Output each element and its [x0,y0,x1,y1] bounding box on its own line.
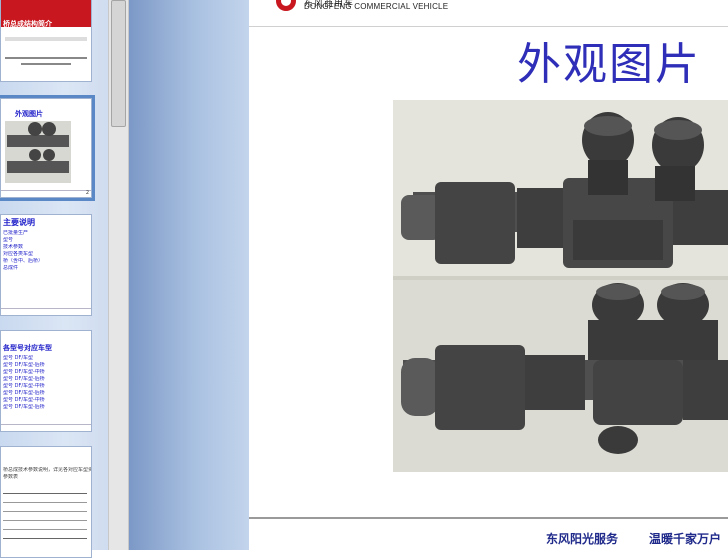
footer-slogan-left: 东风阳光服务 [546,532,619,546]
footer-rule [249,517,728,519]
slide-thumbnail-1[interactable]: 桥总成结构简介 [0,0,92,82]
thumbnail-line: 型号 DF/车型-后桥 [3,362,45,368]
dongfeng-logo-icon [276,0,296,11]
thumbnail-number: 2 [85,190,89,196]
thumbnail-line: 型号 [3,237,14,243]
thumbnail-title: 桥总成结构简介 [3,20,52,28]
thumbnail-title: 主要说明 [3,218,35,227]
thumbnail-line: 参数表 [3,474,19,480]
thumbnail-line: 对应各类车型 [3,251,34,257]
thumbnail-line: 型号 DF/车型-后桥 [3,376,45,382]
thumbnail-line: 型号 DF/车型-后桥 [3,390,45,396]
thumbnail-line: 桥（含中、后桥） [3,258,44,264]
thumbnail-axle-image [5,121,71,183]
thumbnail-footer-line [1,190,91,191]
thumbnail-line: 型号 DF/车型 [3,355,34,361]
slide-thumbnail-3[interactable]: 主要说明 已批量生产 型号 技术参数 对应各类车型 桥（含中、后桥） 总成件 [0,214,92,316]
thumbnail-line: 型号 DF/车型-后桥 [3,404,45,410]
slide-thumbnail-4[interactable]: 各型号对应车型 型号 DF/车型 型号 DF/车型-后桥 型号 DF/车型-中桥… [0,330,92,432]
slide-canvas[interactable]: 东风商用车 DONGFENG COMMERCIAL VEHICLE 外观图片 东… [249,0,728,550]
scrollbar-thumb[interactable] [111,0,126,127]
slide-header: 东风商用车 DONGFENG COMMERCIAL VEHICLE [249,0,728,27]
thumbnail-footer-line [1,308,91,309]
thumbnail-scrollbar[interactable] [108,0,129,550]
axle-photo[interactable] [393,100,728,472]
thumbnail-footer-line [1,424,91,425]
thumbnail-title: 各型号对应车型 [3,344,52,352]
slide-thumbnail-5[interactable]: 桥总成技术参数说明，详见各对应车型资料 参数表 [0,446,92,558]
thumbnail-line: 技术参数 [3,244,24,250]
thumbnail-line: 型号 DF/车型-中桥 [3,383,45,389]
thumbnail-title: 外观图片 [15,110,43,118]
slide-title[interactable]: 外观图片 [517,28,701,92]
thumbnail-line: 已批量生产 [3,230,29,236]
thumbnail-line: 总成件 [3,265,19,271]
thumbnail-line: 型号 DF/车型-中桥 [3,369,45,375]
brand-name-en: DONGFENG COMMERCIAL VEHICLE [304,2,449,11]
slide-thumbnail-2[interactable]: 外观图片 2 [0,95,95,201]
thumbnail-line: 桥总成技术参数说明，详见各对应车型资料 [3,467,91,473]
thumbnail-table [3,489,87,549]
slide-thumbnail-pane[interactable]: 桥总成结构简介 外观图片 2 主要说明 已批量生产 型号 技术参数 对应各类车型… [0,0,110,558]
footer-slogan-right: 温暖千家万户 [649,532,722,546]
thumbnail-line: 型号 DF/车型-中桥 [3,397,45,403]
editor-workspace-background [129,0,249,550]
